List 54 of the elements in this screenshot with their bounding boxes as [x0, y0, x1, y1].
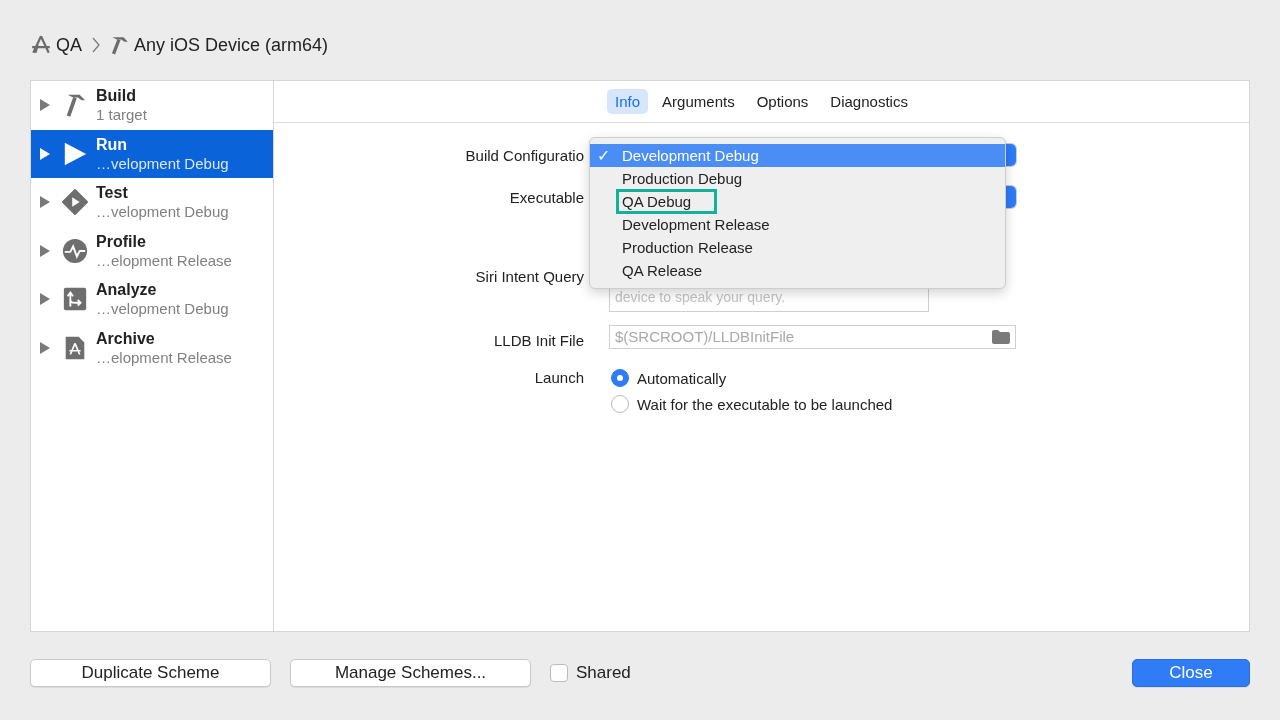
scheme-action-item[interactable]: Profile …elopment Release: [31, 226, 273, 275]
action-name: Test: [96, 183, 129, 203]
menu-item[interactable]: Production Debug: [590, 167, 1005, 190]
disclosure-triangle-icon[interactable]: [40, 196, 50, 209]
disclosure-triangle-icon[interactable]: [40, 244, 50, 257]
disclosure-triangle-icon[interactable]: [40, 99, 50, 112]
tab[interactable]: Diagnostics: [822, 89, 916, 114]
shared-checkbox[interactable]: [550, 664, 568, 682]
action-configuration: …velopment Debug: [96, 299, 229, 319]
close-button[interactable]: Close: [1132, 659, 1250, 687]
field-label: Build Configuratio: [464, 146, 585, 164]
scheme-name[interactable]: QA: [56, 34, 82, 56]
tab[interactable]: Options: [748, 89, 817, 114]
radio-option[interactable]: Wait for the executable to be launched: [609, 395, 1016, 413]
action-configuration: …velopment Debug: [96, 153, 229, 173]
menu-item[interactable]: Development Release: [590, 213, 1005, 236]
scheme-action-item[interactable]: Archive …elopment Release: [31, 323, 273, 372]
scheme-action-item[interactable]: Build 1 target: [31, 81, 273, 130]
tab[interactable]: Arguments: [654, 89, 743, 114]
manage-schemes-button[interactable]: Manage Schemes...: [290, 659, 531, 687]
action-name: Run: [96, 134, 129, 154]
field-label: Siri Intent Query: [474, 267, 585, 285]
action-configuration: 1 target: [96, 105, 147, 125]
menu-item[interactable]: QA Release: [590, 259, 1005, 282]
action-name: Analyze: [96, 280, 158, 300]
menu-item[interactable]: QA Debug: [590, 190, 1005, 213]
disclosure-triangle-icon[interactable]: [40, 147, 50, 160]
checkbox-label: Shared: [576, 663, 631, 683]
radio-option[interactable]: Automatically: [609, 369, 1016, 387]
scheme-action-item[interactable]: Analyze …velopment Debug: [31, 275, 273, 324]
checkmark: ✓: [597, 146, 610, 165]
action-configuration: …elopment Release: [96, 250, 232, 270]
action-configuration: …velopment Debug: [96, 202, 229, 222]
app-icon: [30, 34, 52, 56]
waveform-icon: [62, 237, 88, 264]
action-name: Build: [96, 86, 137, 106]
action-name: Archive: [96, 328, 156, 348]
field-label: Executable: [508, 188, 585, 206]
chevron-icon: [92, 37, 100, 53]
folder-icon[interactable]: [992, 329, 1010, 344]
duplicate-scheme-button[interactable]: Duplicate Scheme: [30, 659, 271, 687]
disclosure-triangle-icon[interactable]: [40, 293, 50, 306]
field-label: LLDB Init File: [492, 332, 585, 349]
action-name: Profile: [96, 231, 147, 251]
disclosure-triangle-icon[interactable]: [40, 341, 50, 354]
tab[interactable]: Info: [607, 89, 649, 114]
scheme-action-item[interactable]: Run …velopment Debug: [31, 129, 273, 178]
destination-name[interactable]: Any iOS Device (arm64): [134, 34, 329, 56]
action-configuration: …elopment Release: [96, 347, 232, 367]
field-label: Launch: [533, 369, 585, 386]
scheme-action-item[interactable]: Test …velopment Debug: [31, 178, 273, 227]
menu-item[interactable]: Production Release: [590, 236, 1005, 259]
play-icon: [62, 140, 88, 167]
diamond-play-icon: [62, 189, 88, 216]
